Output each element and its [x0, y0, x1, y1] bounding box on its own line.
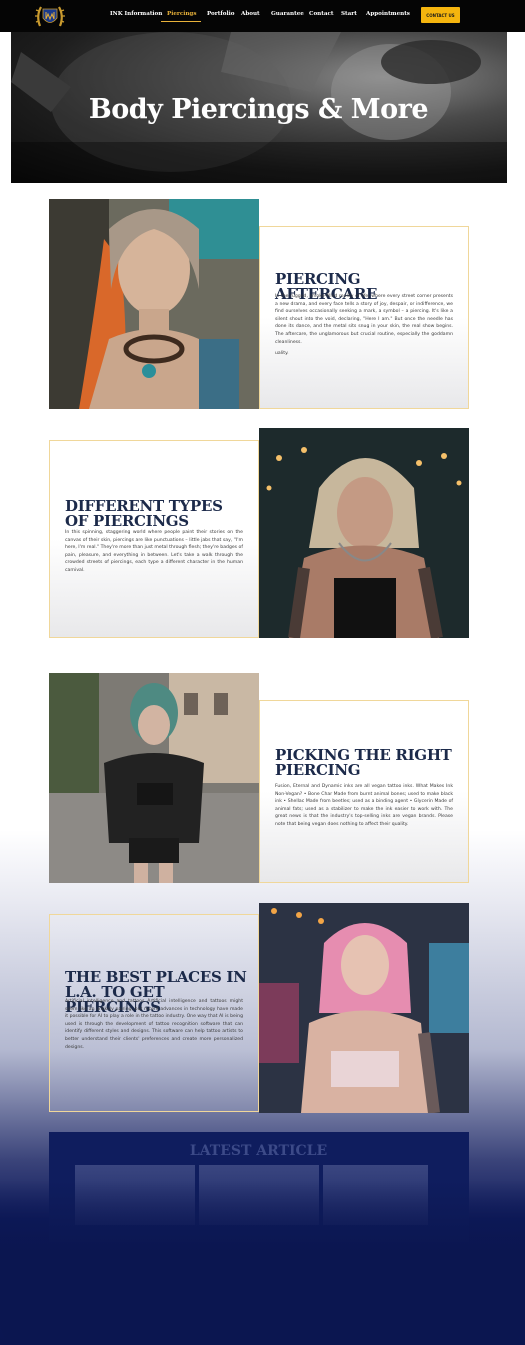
best-places-photo: [259, 903, 469, 1113]
section-body-picking: Fusion, Eternal and Dynamic inks are all…: [275, 784, 453, 827]
logo-icon[interactable]: [34, 2, 66, 30]
hero-title: Body Piercings & More: [88, 94, 429, 125]
section-title-types: DIFFERENT TYPES OF PIERCINGS: [65, 497, 223, 530]
nav-about[interactable]: About: [241, 11, 260, 17]
picking-photo: [49, 673, 259, 883]
footer-fade: [0, 1180, 525, 1345]
nav-portfolio[interactable]: Portfolio: [207, 11, 234, 17]
nav-appointments[interactable]: Appointments: [366, 11, 410, 17]
page: INK Information Piercings Portfolio Abou…: [0, 0, 525, 1345]
section-body-types: In this spinning, staggering world where…: [65, 530, 243, 573]
nav-start[interactable]: Start: [341, 11, 357, 17]
aftercare-photo: [49, 199, 259, 409]
nav-contact[interactable]: Contact: [309, 11, 333, 17]
section-body-aftercare: In the rugged, smoke-filled reality of l…: [275, 294, 453, 345]
nav-guarantee[interactable]: Guarantee: [271, 11, 304, 17]
nav-active-indicator: [161, 21, 201, 22]
top-nav: INK Information Piercings Portfolio Abou…: [0, 0, 525, 32]
latest-article-title: LATEST ARTICLE: [189, 1143, 328, 1159]
types-photo: [259, 428, 469, 638]
section-title-picking: PICKING THE RIGHT PIERCING: [275, 746, 452, 779]
contact-us-button[interactable]: CONTACT US: [421, 7, 460, 23]
nav-piercings[interactable]: Piercings: [167, 11, 197, 17]
section-body-best-places: Artificial intelligence and tattoos Arti…: [65, 999, 243, 1050]
nav-ink-information[interactable]: INK Information: [110, 11, 162, 17]
section-extra-aftercare: uality.: [275, 351, 289, 356]
